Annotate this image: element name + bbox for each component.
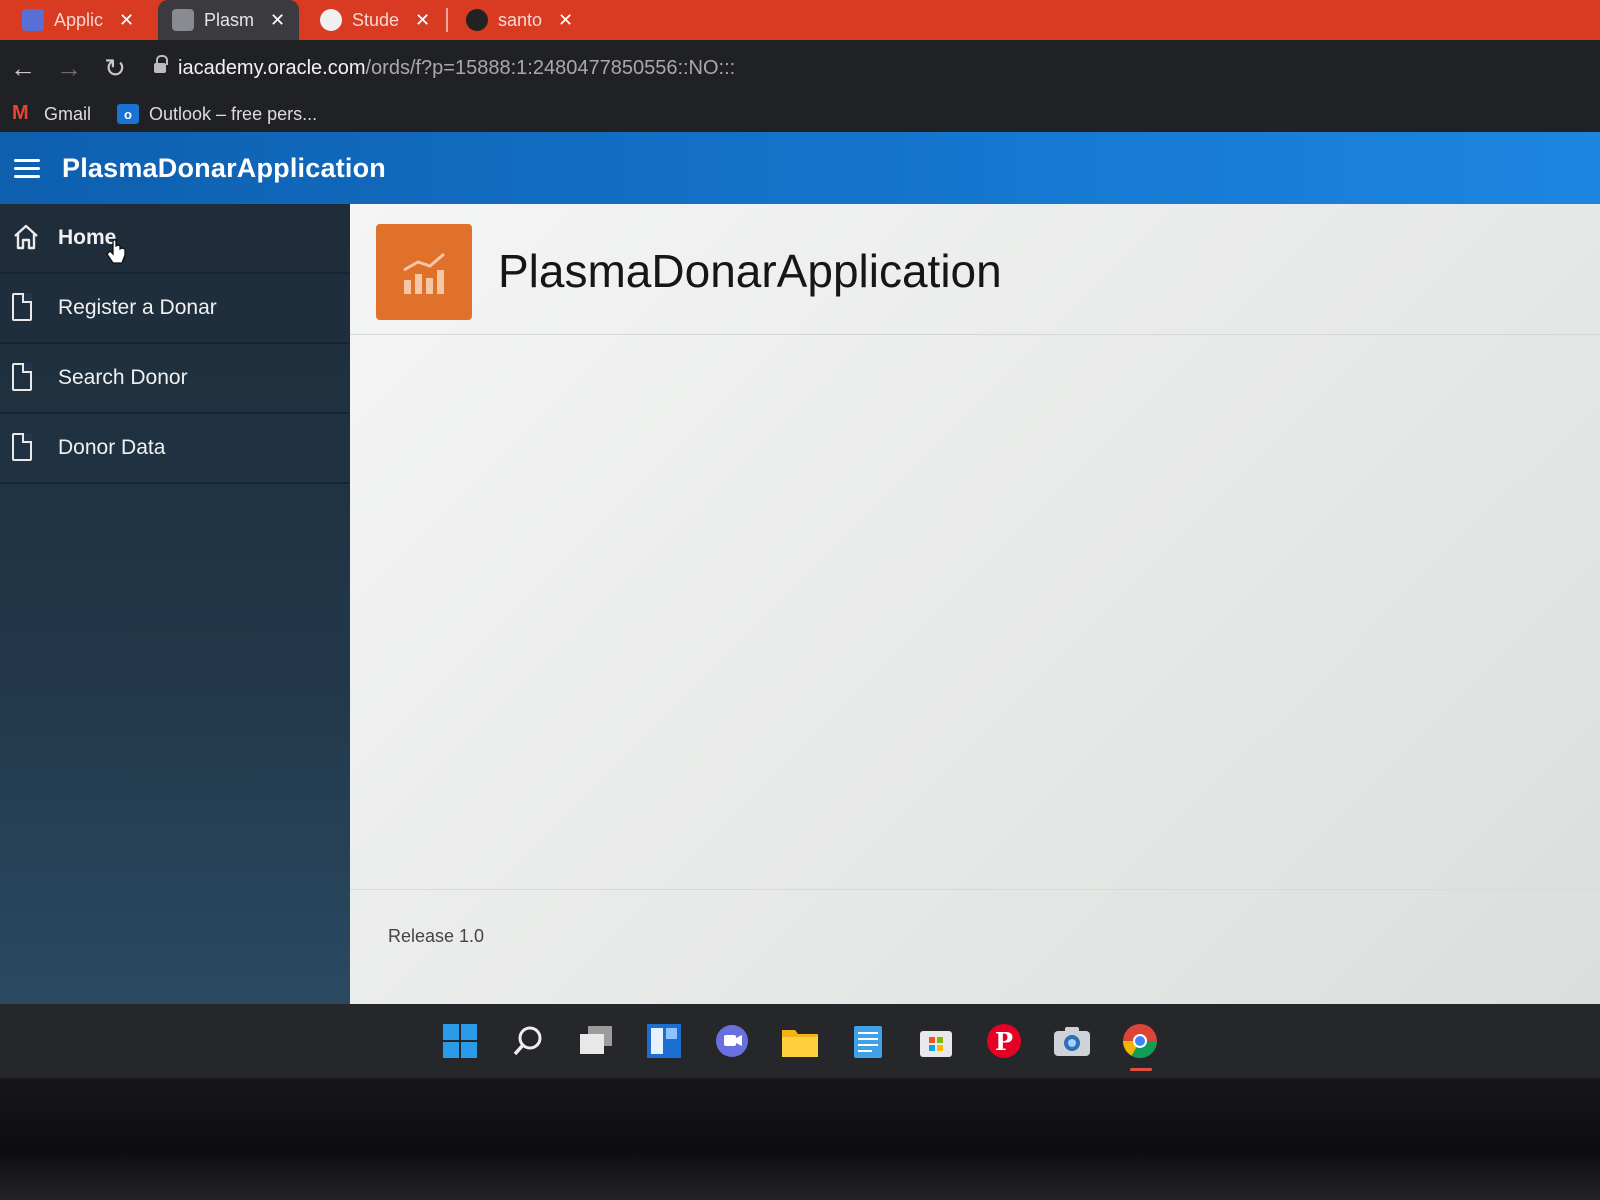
browser-tab-active[interactable]: Plasm ✕ <box>158 0 300 40</box>
search-icon[interactable] <box>508 1021 548 1061</box>
page-title: PlasmaDonarApplication <box>498 245 1002 297</box>
tab-label: santo <box>498 9 543 30</box>
camera-icon[interactable] <box>1052 1021 1092 1061</box>
footer-divider <box>350 889 1600 890</box>
sidebar-item-donor-data[interactable]: Donor Data <box>0 414 350 484</box>
url-host: iacademy.oracle.com <box>178 56 366 79</box>
document-icon <box>12 293 38 323</box>
github-icon <box>466 9 488 31</box>
tab-label: Plasm <box>204 9 255 30</box>
sidebar-item-home[interactable]: Home <box>0 204 350 274</box>
app-header: PlasmaDonarApplication <box>0 132 1600 204</box>
bookmark-gmail[interactable]: Gmail <box>12 102 92 125</box>
task-view-icon[interactable] <box>576 1021 616 1061</box>
outlook-icon: o <box>117 104 140 124</box>
monitor-bezel <box>0 1078 1600 1200</box>
bookmark-label: Outlook – free pers... <box>149 103 318 124</box>
sidebar-item-search-donor[interactable]: Search Donor <box>0 344 350 414</box>
home-icon <box>12 223 38 253</box>
windows-start-icon[interactable] <box>440 1021 480 1061</box>
browser-tab-strip: Applic ✕ Plasm ✕ Stude ✕ santo ✕ <box>0 0 1600 40</box>
forward-arrow-icon[interactable]: → <box>46 53 92 84</box>
bookmark-label: Gmail <box>44 103 92 124</box>
close-icon[interactable]: ✕ <box>119 10 134 31</box>
windows-taskbar: P <box>0 1004 1600 1078</box>
mouse-pointer-icon <box>106 238 128 272</box>
sidebar-item-label: Donor Data <box>58 436 166 459</box>
tab-label: Stude <box>352 9 400 30</box>
reload-icon[interactable]: ↻ <box>92 53 138 84</box>
document-icon <box>12 363 38 393</box>
browser-tab[interactable]: Stude ✕ <box>306 0 444 40</box>
hamburger-menu-icon[interactable] <box>14 154 40 183</box>
app-chart-icon <box>376 224 472 320</box>
browser-toolbar: ← → ↻ iacademy.oracle.com/ords/f?p=15888… <box>0 40 1600 96</box>
widgets-icon[interactable] <box>644 1021 684 1061</box>
sidebar-item-label: Search Donor <box>58 366 188 389</box>
sidebar-nav: Home Register a Donar Search Donor Donor… <box>0 204 350 1004</box>
svg-text:P: P <box>995 1027 1013 1056</box>
tab-favicon-icon <box>22 9 44 31</box>
sidebar-item-label: Register a Donar <box>58 296 217 319</box>
file-explorer-icon[interactable] <box>780 1021 820 1061</box>
teams-chat-icon[interactable] <box>712 1021 752 1061</box>
address-bar[interactable]: iacademy.oracle.com/ords/f?p=15888:1:248… <box>154 48 735 88</box>
tab-favicon-icon <box>320 9 342 31</box>
bookmarks-bar: Gmail o Outlook – free pers... <box>0 96 1600 132</box>
close-icon[interactable]: ✕ <box>558 10 573 31</box>
pinterest-icon[interactable]: P <box>984 1021 1024 1061</box>
hero-region: PlasmaDonarApplication <box>350 204 1600 335</box>
tab-favicon-icon <box>172 9 194 31</box>
app-header-title[interactable]: PlasmaDonarApplication <box>62 153 386 184</box>
release-label: Release 1.0 <box>388 926 485 946</box>
close-icon[interactable]: ✕ <box>270 10 285 31</box>
browser-tab[interactable]: santo ✕ <box>452 0 587 40</box>
chrome-icon[interactable] <box>1120 1021 1160 1071</box>
gmail-icon <box>12 102 34 125</box>
sidebar-item-register-donar[interactable]: Register a Donar <box>0 274 350 344</box>
back-arrow-icon[interactable]: ← <box>0 53 46 84</box>
close-icon[interactable]: ✕ <box>415 10 430 31</box>
url-path: /ords/f?p=15888:1:2480477850556::NO::: <box>365 56 736 79</box>
main-content: PlasmaDonarApplication Release 1.0 <box>350 204 1600 1004</box>
lock-icon <box>154 55 168 75</box>
tab-separator <box>446 8 448 32</box>
document-icon <box>12 433 38 463</box>
notepad-icon[interactable] <box>848 1021 888 1061</box>
bookmark-outlook[interactable]: o Outlook – free pers... <box>117 104 317 125</box>
microsoft-store-icon[interactable] <box>916 1021 956 1061</box>
tab-label: Applic <box>54 9 104 30</box>
browser-tab[interactable]: Applic ✕ <box>8 0 148 40</box>
